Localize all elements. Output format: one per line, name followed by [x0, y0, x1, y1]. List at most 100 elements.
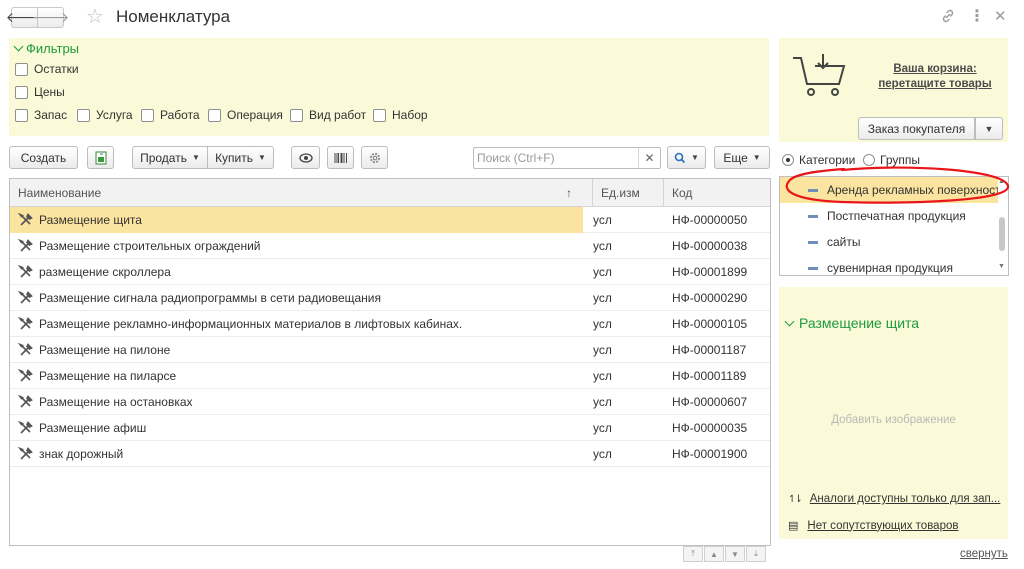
barcode-button[interactable]	[327, 146, 354, 169]
cell-code: НФ-00001900	[672, 447, 748, 461]
filter-label: Работа	[160, 108, 200, 122]
filter-label: Услуга	[96, 108, 133, 122]
cell-unit: усл	[593, 421, 612, 435]
cell-name: Размещение на пиларсе	[10, 363, 583, 389]
category-item[interactable]: Аренда рекламных поверхност	[780, 177, 998, 203]
buy-button[interactable]: Купить ▼	[207, 146, 274, 169]
filters-header[interactable]: Фильтры	[13, 41, 79, 56]
category-icon	[808, 241, 818, 244]
cell-code: НФ-00000038	[672, 239, 748, 253]
scroll-down-icon[interactable]: ▼	[725, 546, 745, 562]
search-input[interactable]	[477, 150, 637, 166]
eye-icon	[298, 152, 313, 163]
item-name: Размещение на пилоне	[39, 343, 171, 357]
table-row[interactable]: Размещение на пиларсе усл НФ-00001189	[10, 363, 770, 389]
column-header-code[interactable]: Код	[664, 179, 770, 207]
table-row[interactable]: Размещение на пилоне усл НФ-00001187	[10, 337, 770, 363]
category-label: Аренда рекламных поверхност	[827, 183, 998, 197]
table-row[interactable]: размещение скроллера усл НФ-00001899	[10, 259, 770, 285]
category-label: Постпечатная продукция	[827, 209, 966, 223]
excel-export-button[interactable]	[87, 146, 114, 169]
filter-checkbox-kit[interactable]: Набор	[373, 108, 428, 122]
cell-name: Размещение щита	[10, 207, 583, 233]
cell-code: НФ-00000050	[672, 213, 748, 227]
sort-ascending-icon: ↑	[566, 186, 572, 200]
cell-code: НФ-00001187	[672, 343, 747, 357]
service-tools-icon	[18, 238, 33, 252]
radio-categories[interactable]: Категории	[782, 153, 855, 167]
filter-checkbox-stock[interactable]: Остатки	[15, 62, 79, 76]
search-field[interactable]: ✕	[473, 147, 661, 169]
table-header: Наименование ↑ Ед.изм Код	[10, 179, 770, 207]
filter-checkbox-work[interactable]: Работа	[141, 108, 200, 122]
categories-scrollbar[interactable]: ▲ ▼	[997, 177, 1008, 275]
cell-unit: усл	[593, 447, 612, 461]
customer-order-button[interactable]: Заказ покупателя	[858, 117, 975, 140]
cell-code: НФ-00001189	[672, 369, 747, 383]
link-icon[interactable]	[940, 8, 956, 29]
favorite-star-icon[interactable]: ☆	[86, 5, 104, 29]
scroll-up-icon[interactable]: ▲	[704, 546, 724, 562]
item-name: Размещение на остановках	[39, 395, 193, 409]
dropdown-arrow-icon: ▼	[191, 153, 200, 162]
details-header[interactable]: Размещение щита	[784, 315, 919, 331]
more-button[interactable]: Еще ▼	[714, 146, 770, 169]
categories-list: Аренда рекламных поверхност Постпечатная…	[779, 176, 1009, 276]
customer-order-dropdown[interactable]: ▼	[975, 117, 1003, 140]
table-row[interactable]: Размещение сигнала радиопрограммы в сети…	[10, 285, 770, 311]
table-row[interactable]: знак дорожный усл НФ-00001900	[10, 441, 770, 467]
category-item[interactable]: Постпечатная продукция	[780, 203, 998, 229]
swap-arrows-icon: ↿⇂	[788, 493, 803, 505]
column-header-name[interactable]: Наименование ↑	[10, 179, 593, 207]
cart-drop-link[interactable]: Ваша корзина: перетащите товары	[875, 62, 995, 92]
chevron-down-icon	[13, 41, 24, 52]
table-row[interactable]: Размещение на остановках усл НФ-00000607	[10, 389, 770, 415]
scroll-down-icon[interactable]: ▼	[998, 263, 1005, 270]
cell-unit: усл	[593, 369, 612, 383]
radio-groups[interactable]: Группы	[863, 153, 920, 167]
checkbox-icon	[15, 108, 28, 122]
category-label: сувенирная продукция	[827, 261, 953, 275]
close-icon[interactable]: ✕	[994, 8, 1007, 26]
analogs-link[interactable]: ↿⇂ Аналоги доступны только для зап...	[788, 493, 1000, 505]
column-label: Наименование	[18, 186, 102, 200]
filter-checkbox-operation[interactable]: Операция	[208, 108, 283, 122]
cell-unit: усл	[593, 265, 612, 279]
add-image-link[interactable]: Добавить изображение	[779, 414, 1008, 426]
create-button[interactable]: Создать	[9, 146, 78, 169]
scroll-up-icon[interactable]: ▲	[998, 178, 1005, 185]
search-options-button[interactable]: ▼	[667, 146, 706, 169]
scrollbar-thumb[interactable]	[999, 217, 1005, 251]
forward-button[interactable]: 🡒	[32, 7, 69, 28]
filter-checkbox-work-type[interactable]: Вид работ	[290, 108, 366, 122]
clear-search-icon[interactable]: ✕	[638, 148, 660, 168]
item-name: знак дорожный	[39, 447, 124, 461]
cell-code: НФ-00000607	[672, 395, 748, 409]
table-row[interactable]: Размещение строительных ограждений усл НФ-…	[10, 233, 770, 259]
table-row[interactable]: Размещение щита усл НФ-00000050	[10, 207, 770, 233]
filter-checkbox-service[interactable]: Услуга	[77, 108, 133, 122]
category-item[interactable]: сувенирная продукция	[780, 255, 998, 275]
table-row[interactable]: Размещение рекламно-информационных матер…	[10, 311, 770, 337]
related-label: Нет сопутствующих товаров	[807, 519, 959, 532]
filter-checkbox-prices[interactable]: Цены	[15, 85, 65, 99]
sell-button[interactable]: Продать ▼	[132, 146, 208, 169]
search-icon	[674, 152, 686, 163]
settings-button[interactable]	[361, 146, 388, 169]
category-icon	[808, 267, 818, 270]
shopping-cart-icon	[793, 54, 846, 96]
more-menu-icon[interactable]: ⋮	[969, 8, 985, 26]
scroll-first-icon[interactable]: ⤒	[683, 546, 703, 562]
cell-name: Размещение сигнала радиопрограммы в сети…	[10, 285, 583, 311]
related-items-link[interactable]: ▤ Нет сопутствующих товаров	[788, 519, 959, 533]
cell-name: Размещение на пилоне	[10, 337, 583, 363]
filter-checkbox-stock-item[interactable]: Запас	[15, 108, 67, 122]
category-item[interactable]: сайты	[780, 229, 998, 255]
table-row[interactable]: Размещение афиш усл НФ-00000035	[10, 415, 770, 441]
view-button[interactable]	[291, 146, 320, 169]
service-tools-icon	[18, 342, 33, 356]
column-header-unit[interactable]: Ед.изм	[593, 179, 664, 207]
service-tools-icon	[18, 316, 33, 330]
scroll-last-icon[interactable]: ⤓	[746, 546, 766, 562]
collapse-link[interactable]: свернуть	[960, 548, 1008, 560]
